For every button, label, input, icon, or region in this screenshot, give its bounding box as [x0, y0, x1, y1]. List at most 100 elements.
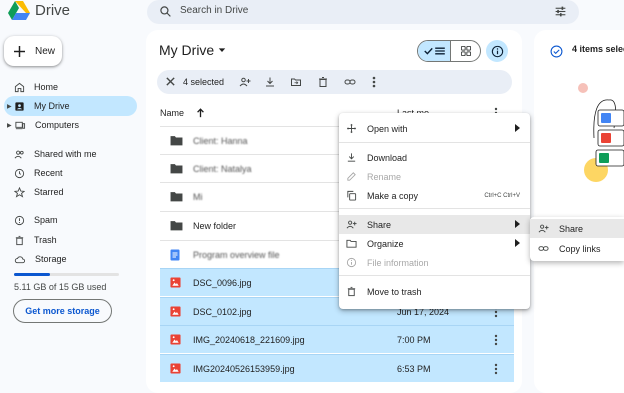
trash-icon[interactable]	[317, 76, 329, 88]
expand-caret-icon[interactable]: ▶	[7, 103, 12, 110]
doc-icon	[170, 249, 180, 260]
download-icon[interactable]	[264, 76, 276, 88]
star-icon	[14, 186, 25, 198]
more-vert-icon[interactable]	[494, 334, 498, 346]
menu-item-make-a-copy[interactable]: Make a copy Ctrl+C Ctrl+V	[339, 186, 530, 205]
context-menu: Open with Download Rename Make a copy Ctrl+C…	[339, 113, 530, 309]
menu-item-file-information: File information	[339, 253, 530, 272]
new-button-label: New	[35, 45, 56, 57]
drive-logo[interactable]: Drive	[8, 1, 70, 20]
details-button[interactable]	[486, 40, 508, 62]
clock-icon	[14, 168, 25, 178]
menu-item-open-with[interactable]: Open with	[339, 119, 530, 138]
organize-icon	[346, 239, 357, 248]
storage-fill	[14, 273, 50, 276]
sidebar-item-recent[interactable]: Recent	[4, 163, 137, 183]
sort-arrow-up-icon[interactable]	[196, 108, 205, 118]
page-title[interactable]: My Drive	[159, 42, 226, 58]
submenu-arrow-icon	[515, 239, 520, 247]
share-person-icon[interactable]	[239, 76, 251, 88]
file-row[interactable]: IMG_20240618_221609.jpg 7:00 PM	[160, 325, 514, 353]
file-name: DSC_0096.jpg	[193, 277, 252, 288]
close-icon[interactable]	[165, 76, 176, 87]
move-icon[interactable]	[290, 76, 302, 88]
share-submenu: Share Copy links	[530, 217, 624, 261]
search-bar[interactable]: Search in Drive	[147, 0, 579, 24]
search-input[interactable]: Search in Drive	[180, 5, 248, 16]
file-name: Client: Hanna	[193, 135, 248, 146]
menu-item-organize[interactable]: Organize	[339, 234, 530, 253]
file-name: IMG_20240618_221609.jpg	[193, 334, 305, 345]
rename-icon	[347, 172, 356, 181]
file-modified: 7:00 PM	[397, 334, 431, 345]
image-file-icon	[170, 334, 181, 345]
sidebar-item-trash[interactable]: Trash	[4, 230, 137, 250]
image-file-icon	[170, 306, 181, 317]
plus-icon	[14, 45, 25, 57]
menu-item-label: File information	[367, 257, 429, 268]
menu-item-label: Rename	[367, 171, 402, 182]
sidebar-item-shared[interactable]: Shared with me	[4, 144, 137, 164]
app-title: Drive	[35, 2, 71, 19]
menu-item-move-to-trash[interactable]: Move to trash	[339, 282, 530, 301]
sidebar-item-label: Recent	[34, 168, 63, 178]
selection-count: 4 selected	[183, 77, 225, 87]
person-add-icon	[538, 224, 549, 233]
storage-bar	[14, 273, 119, 276]
sidebar-item-spam[interactable]: Spam	[4, 210, 137, 230]
search-options-icon[interactable]	[554, 5, 567, 18]
menu-divider	[339, 275, 530, 276]
column-header-name[interactable]: Name	[160, 108, 184, 118]
menu-item-shortcut: Ctrl+C Ctrl+V	[484, 192, 520, 199]
sidebar-item-my-drive[interactable]: ▶ My Drive	[4, 96, 137, 116]
cloud-icon	[14, 255, 26, 263]
shared-icon	[14, 150, 24, 158]
drive-logo-icon	[8, 1, 30, 20]
sidebar-item-home[interactable]: Home	[4, 77, 137, 97]
file-row[interactable]: IMG20240526153959.jpg 6:53 PM	[160, 354, 514, 382]
submenu-arrow-icon	[515, 220, 520, 228]
submenu-item-share[interactable]: Share	[530, 219, 624, 238]
sidebar-item-computers[interactable]: ▶ Computers	[4, 115, 137, 135]
submenu-item-copy-links[interactable]: Copy links	[530, 239, 624, 258]
file-modified: 6:53 PM	[397, 363, 431, 374]
expand-caret-icon[interactable]: ▶	[7, 122, 12, 129]
menu-item-share[interactable]: Share	[339, 215, 530, 234]
sidebar-item-label: Shared with me	[34, 149, 97, 159]
check-circle-icon	[550, 45, 563, 58]
link-icon	[538, 246, 549, 251]
submenu-arrow-icon	[515, 124, 520, 132]
new-button[interactable]: New	[4, 36, 62, 66]
info-icon	[491, 45, 503, 57]
sidebar-item-label: Starred	[34, 187, 64, 197]
sidebar-item-starred[interactable]: Starred	[4, 182, 137, 202]
menu-divider	[339, 208, 530, 209]
more-vert-icon[interactable]	[372, 76, 376, 88]
sidebar-item-storage[interactable]: Storage	[4, 249, 137, 269]
storage-text: 5.11 GB of 15 GB used	[14, 282, 107, 292]
link-icon[interactable]	[344, 76, 356, 88]
grid-view-button[interactable]	[451, 41, 480, 61]
menu-item-label: Share	[367, 219, 392, 230]
caret-down-icon	[219, 48, 226, 52]
folder-icon	[170, 221, 183, 231]
info-icon	[346, 257, 357, 268]
file-name: Mi	[193, 191, 203, 202]
search-icon[interactable]	[159, 5, 172, 18]
spam-icon	[14, 215, 25, 225]
view-toggle[interactable]	[417, 40, 481, 62]
file-name: IMG20240526153959.jpg	[193, 363, 295, 374]
trash-icon	[15, 235, 24, 245]
get-more-storage-button[interactable]: Get more storage	[13, 299, 112, 323]
open-with-icon	[346, 123, 357, 134]
more-vert-icon[interactable]	[494, 363, 498, 375]
menu-item-rename: Rename	[339, 167, 530, 186]
folder-icon	[170, 164, 183, 174]
menu-item-label: Download	[367, 152, 408, 163]
download-icon	[347, 153, 356, 162]
share-icon	[346, 220, 357, 229]
file-name: New folder	[193, 220, 237, 231]
list-view-button[interactable]	[418, 41, 451, 61]
menu-item-download[interactable]: Download	[339, 148, 530, 167]
sidebar-item-label: Computers	[35, 120, 80, 130]
